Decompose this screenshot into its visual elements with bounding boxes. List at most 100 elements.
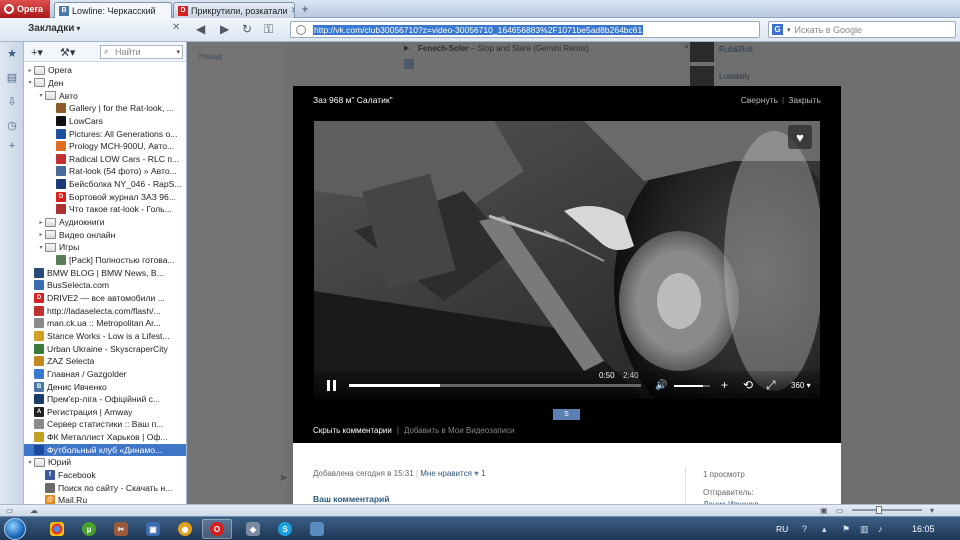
bookmark-item[interactable]: Radical LOW Cars - RLC п...	[24, 153, 186, 166]
address-bar[interactable]: http://vk.com/club30056710?z=video-30056…	[290, 21, 760, 38]
downloads-icon[interactable]: ⇩	[6, 96, 18, 108]
help-icon[interactable]: ?	[802, 524, 807, 534]
taskbar-app-utorrent[interactable]: µ	[74, 519, 104, 539]
audio-add-icon[interactable]	[404, 59, 414, 69]
play-icon[interactable]: ▶	[404, 44, 409, 52]
volume-icon[interactable]: ♪	[878, 524, 883, 534]
bookmark-folder[interactable]: ▸ Аудиокниги	[24, 216, 186, 229]
thumbnail-image[interactable]	[690, 42, 714, 62]
side-item[interactable]: Lowdaily	[719, 72, 750, 81]
opera-menu-button[interactable]: Opera	[0, 0, 50, 18]
taskbar-app-aimp[interactable]: ◉	[170, 519, 200, 539]
hide-comments-link[interactable]: Скрыть комментарии	[313, 426, 392, 435]
bookmark-folder[interactable]: ▾ Игры	[24, 241, 186, 254]
add-panel-icon[interactable]: +	[6, 140, 18, 152]
panel-toggle-icon[interactable]: ▭	[6, 506, 14, 515]
volume-icon[interactable]: 🔊	[655, 380, 667, 391]
new-tab-button[interactable]: +	[298, 3, 312, 16]
bookmark-folder[interactable]: ▸ Видео онлайн	[24, 228, 186, 241]
flag-icon[interactable]: ⚑	[842, 524, 850, 535]
zoom-menu-icon[interactable]: ▾	[930, 506, 934, 515]
fullscreen-icon[interactable]: ⤢	[766, 378, 776, 393]
volume-slider[interactable]	[674, 385, 710, 387]
heart-icon[interactable]: ♥	[788, 125, 812, 149]
video-player[interactable]: ♥ 0:50 2:40 🔊 + ⟲ ⤢ 360 ▾	[314, 121, 820, 399]
chevron-down-icon[interactable]: ▾	[37, 92, 45, 99]
bookmark-item[interactable]: f Facebook	[24, 469, 186, 482]
bookmark-item[interactable]: Поиск по сайту - Скачать н...	[24, 481, 186, 494]
key-icon[interactable]: ⚿	[264, 22, 273, 37]
chevron-down-icon[interactable]: ▾	[26, 459, 34, 466]
bookmark-item[interactable]: A Регистрация | Amway	[24, 406, 186, 419]
wrench-icon[interactable]: ⚒▾	[60, 46, 75, 59]
view-icon[interactable]: ▣	[820, 506, 828, 515]
bookmark-item[interactable]: Urban Ukraine - SkyscraperCity	[24, 342, 186, 355]
thumbnail-image[interactable]	[690, 66, 714, 86]
bookmark-item[interactable]: Сервер статистики :: Ваш п...	[24, 418, 186, 431]
add-bookmark-icon[interactable]: +▾	[31, 46, 43, 59]
bookmark-item[interactable]: http://ladaselecta.com/flash/...	[24, 304, 186, 317]
taskbar-app-other[interactable]: ◆	[238, 519, 268, 539]
bookmark-item[interactable]: Футбольный клуб «Динамо...	[24, 443, 186, 457]
bookmark-item[interactable]: Rat-look (54 фото) » Авто...	[24, 165, 186, 178]
taskbar-app-chrome[interactable]	[42, 519, 72, 539]
bookmark-folder[interactable]: ▾ Авто	[24, 89, 186, 102]
bookmarks-star-icon[interactable]: ★	[6, 48, 18, 60]
heart-icon[interactable]: ♥	[474, 469, 479, 478]
taskbar-app-screen[interactable]: ▣	[138, 519, 168, 539]
bookmark-item[interactable]: BMW BLOG | BMW News, B...	[24, 266, 186, 279]
bookmark-item[interactable]: Прем'єр-ліга - Офіційний с...	[24, 393, 186, 406]
taskbar-app-opera[interactable]: O	[202, 519, 232, 539]
start-button[interactable]	[4, 518, 26, 540]
forward-arrow-icon[interactable]: ▶	[220, 22, 229, 36]
bookmark-folder[interactable]: ▸ Opera	[24, 64, 186, 77]
chevron-down-icon[interactable]: ▾	[176, 48, 180, 56]
bookmark-item[interactable]: D DRIVE2 — все автомобили ...	[24, 292, 186, 305]
close-panel-icon[interactable]: ✕	[172, 22, 180, 33]
chevron-right-icon[interactable]: ▸	[37, 231, 45, 238]
bookmark-item[interactable]: ФК Металлист Харьков | Оф...	[24, 431, 186, 444]
search-field[interactable]: G ▾ Искать в Google	[768, 21, 956, 38]
taskbar-app-skype[interactable]: S	[270, 519, 300, 539]
audio-track[interactable]: ▶ Fenech-Soler – Stop and Stare (Gemini …	[402, 42, 698, 74]
loop-icon[interactable]: ⟲	[743, 378, 753, 392]
bookmark-item[interactable]: B Денис Ивченко	[24, 380, 186, 393]
bookmark-item[interactable]: Что такое rat-look - Голь...	[24, 203, 186, 216]
pause-icon[interactable]	[327, 380, 337, 391]
language-indicator[interactable]: RU	[776, 524, 788, 534]
chevron-down-icon[interactable]: ▾	[787, 26, 791, 34]
quality-selector[interactable]: 360 ▾	[791, 381, 811, 390]
comment-header[interactable]: Ваш комментарий	[313, 494, 390, 504]
add-to-videos-link[interactable]: Добавить в Мои Видеозаписи	[404, 426, 515, 435]
bookmark-item[interactable]: ZAZ Selecta	[24, 355, 186, 368]
reload-icon[interactable]: ↻	[242, 22, 252, 36]
chevron-right-icon[interactable]: ▸	[26, 67, 34, 74]
bookmark-item[interactable]: [Pack] Полностью готова...	[24, 254, 186, 267]
chevron-down-icon[interactable]: ▾	[26, 79, 34, 86]
close-tab-icon[interactable]: ✕	[291, 5, 294, 16]
bookmarks-panel-title[interactable]: Закладки ▾	[28, 23, 80, 34]
bookmark-item[interactable]: man.ck.ua :: Metropolitan Ar...	[24, 317, 186, 330]
bookmark-item[interactable]: D Бортовой журнал ЗАЗ 96...	[24, 191, 186, 204]
zoom-slider[interactable]	[852, 506, 922, 514]
zoom-icon[interactable]: ▭	[836, 506, 844, 515]
bookmark-item[interactable]: Prology MCH-900U, Авто...	[24, 140, 186, 153]
chevron-down-icon[interactable]: ▾	[37, 244, 45, 251]
collapse-button[interactable]: Свернуть	[741, 95, 778, 105]
bookmark-item[interactable]: Gallery | for the Rat-look, ...	[24, 102, 186, 115]
bookmark-folder[interactable]: ▾ Ден	[24, 77, 186, 90]
tab-drive2[interactable]: D Прикрутили, розкатали ✕	[173, 2, 295, 18]
bookmark-item[interactable]: Stance Works - Low is a Lifest...	[24, 330, 186, 343]
network-icon[interactable]: ▥	[860, 524, 869, 535]
like-button[interactable]: Мне нравится	[420, 469, 472, 478]
bookmark-item[interactable]: Главная / Gazgolder	[24, 368, 186, 381]
back-arrow-icon[interactable]: ◀	[196, 22, 205, 36]
history-icon[interactable]: ◷	[6, 120, 18, 132]
close-button[interactable]: Закрыть	[788, 95, 821, 105]
turbo-icon[interactable]: ☁	[30, 506, 38, 515]
bookmark-item[interactable]: LowCars	[24, 115, 186, 128]
bookmark-item[interactable]: Pictures: All Generations o...	[24, 127, 186, 140]
chevron-right-icon[interactable]: ▸	[37, 219, 45, 226]
notes-icon[interactable]: ▤	[6, 72, 18, 84]
zoom-slider-knob[interactable]	[876, 506, 882, 514]
